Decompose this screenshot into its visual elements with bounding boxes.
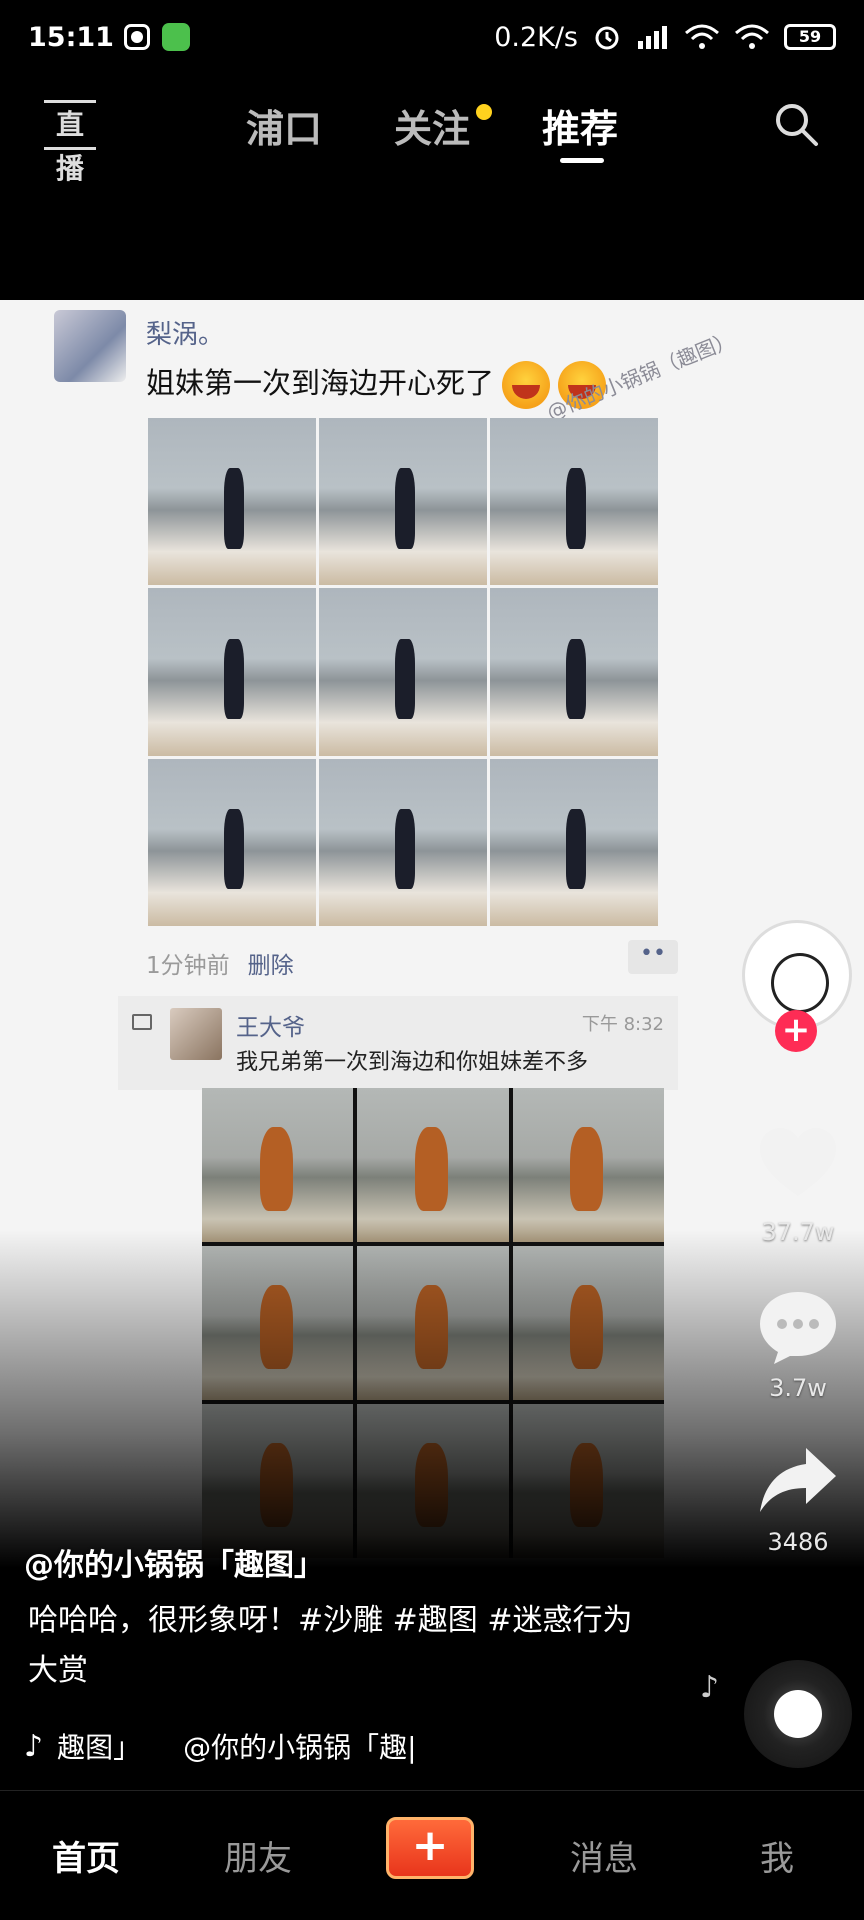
video-frame[interactable]: 梨涡。 姐妹第一次到海边开心死了 @你的小锅锅（趣图） 1分钟前 删除 •• 王大… xyxy=(0,300,864,1568)
wifi-icon-2 xyxy=(735,24,769,49)
music-disc[interactable] xyxy=(744,1660,852,1768)
music-author: @你的小锅锅「趣| xyxy=(183,1731,417,1764)
post-text: 姐妹第一次到海边开心死了 xyxy=(146,360,607,409)
photo-cell xyxy=(319,758,487,926)
music-tag: 趣图」 xyxy=(57,1731,142,1764)
photo-cell xyxy=(319,418,487,586)
photo-cell xyxy=(490,418,658,586)
post-username: 梨涡。 xyxy=(146,320,225,350)
tab-local[interactable]: 浦口 xyxy=(246,98,322,153)
video-caption[interactable]: 哈哈哈，很形象呀！#沙雕 #趣图 #迷惑行为大赏 xyxy=(28,1596,648,1696)
search-icon[interactable] xyxy=(772,100,820,148)
heart-icon[interactable] xyxy=(756,1124,840,1204)
photo-cell xyxy=(512,1404,664,1558)
photo-cell xyxy=(202,1246,354,1400)
tab-friends[interactable]: 朋友 xyxy=(224,1831,292,1880)
more-options-icon: •• xyxy=(628,940,678,974)
bottom-tab-bar: 首页 朋友 + 消息 我 xyxy=(0,1790,864,1920)
comment-text: 我兄弟第一次到海边和你姐妹差不多 xyxy=(236,1050,589,1075)
network-speed: 0.2K/s xyxy=(494,21,578,53)
post-time: 1分钟前 xyxy=(146,953,230,979)
photo-grid-monkey xyxy=(202,1088,664,1558)
share-count: 3486 xyxy=(767,1528,829,1556)
active-tab-indicator xyxy=(560,158,604,163)
comment-icon[interactable] xyxy=(756,1286,840,1366)
battery-icon: 59 xyxy=(784,24,836,50)
photo-cell xyxy=(357,1088,509,1242)
post-avatar xyxy=(54,310,126,382)
photo-cell xyxy=(148,758,316,926)
tab-messages[interactable]: 消息 xyxy=(570,1831,638,1880)
music-disc-cover xyxy=(774,1690,822,1738)
notification-icon xyxy=(123,24,150,50)
photo-cell xyxy=(202,1404,354,1558)
photo-grid-girl xyxy=(148,418,658,926)
comment-bubble-icon xyxy=(132,1014,152,1030)
tab-following[interactable]: 关注 xyxy=(394,98,470,153)
photo-cell xyxy=(490,758,658,926)
photo-cell xyxy=(148,418,316,586)
author-handle[interactable]: @你的小锅锅「趣图」 xyxy=(24,1540,324,1584)
music-row[interactable]: ♪ 趣图」 @你的小锅锅「趣| xyxy=(24,1726,417,1766)
comment-time: 下午 8:32 xyxy=(581,1014,664,1035)
app-notification-icon xyxy=(161,23,190,51)
follow-button[interactable]: + xyxy=(775,1010,817,1052)
photo-cell xyxy=(148,588,316,756)
live-button[interactable]: 直播 xyxy=(44,100,96,185)
photo-cell xyxy=(512,1088,664,1242)
alarm-icon xyxy=(595,26,619,50)
create-post-button[interactable]: + xyxy=(386,1817,474,1879)
comment-username: 王大爷 xyxy=(236,1015,305,1041)
like-count: 37.7w xyxy=(761,1218,835,1246)
tab-me[interactable]: 我 xyxy=(760,1831,794,1880)
photo-cell xyxy=(202,1088,354,1242)
photo-cell xyxy=(357,1246,509,1400)
photo-cell xyxy=(319,588,487,756)
small-music-note-icon: ♪ xyxy=(700,1670,720,1705)
comment-avatar xyxy=(170,1008,222,1060)
status-bar: 15:11 0.2K/s 59 xyxy=(0,0,864,74)
top-nav: 直播 浦口 关注 推荐 xyxy=(0,86,864,185)
comment-count: 3.7w xyxy=(769,1374,827,1402)
wifi-icon xyxy=(685,24,719,49)
post-meta: 1分钟前 删除 xyxy=(146,946,294,980)
new-content-dot xyxy=(476,104,492,120)
photo-cell xyxy=(357,1404,509,1558)
post-text-content: 姐妹第一次到海边开心死了 xyxy=(146,366,495,400)
avatar-face xyxy=(771,953,829,1013)
tab-home[interactable]: 首页 xyxy=(52,1831,120,1880)
delete-link: 删除 xyxy=(247,953,294,979)
photo-cell xyxy=(490,588,658,756)
share-icon[interactable] xyxy=(756,1440,840,1520)
comment-box: 王大爷 下午 8:32 我兄弟第一次到海边和你姐妹差不多 xyxy=(118,996,678,1090)
music-note-icon: ♪ xyxy=(24,1728,44,1764)
photo-cell xyxy=(512,1246,664,1400)
status-time: 15:11 xyxy=(28,21,114,53)
signal-icon xyxy=(638,26,667,49)
tab-recommended[interactable]: 推荐 xyxy=(542,98,618,153)
